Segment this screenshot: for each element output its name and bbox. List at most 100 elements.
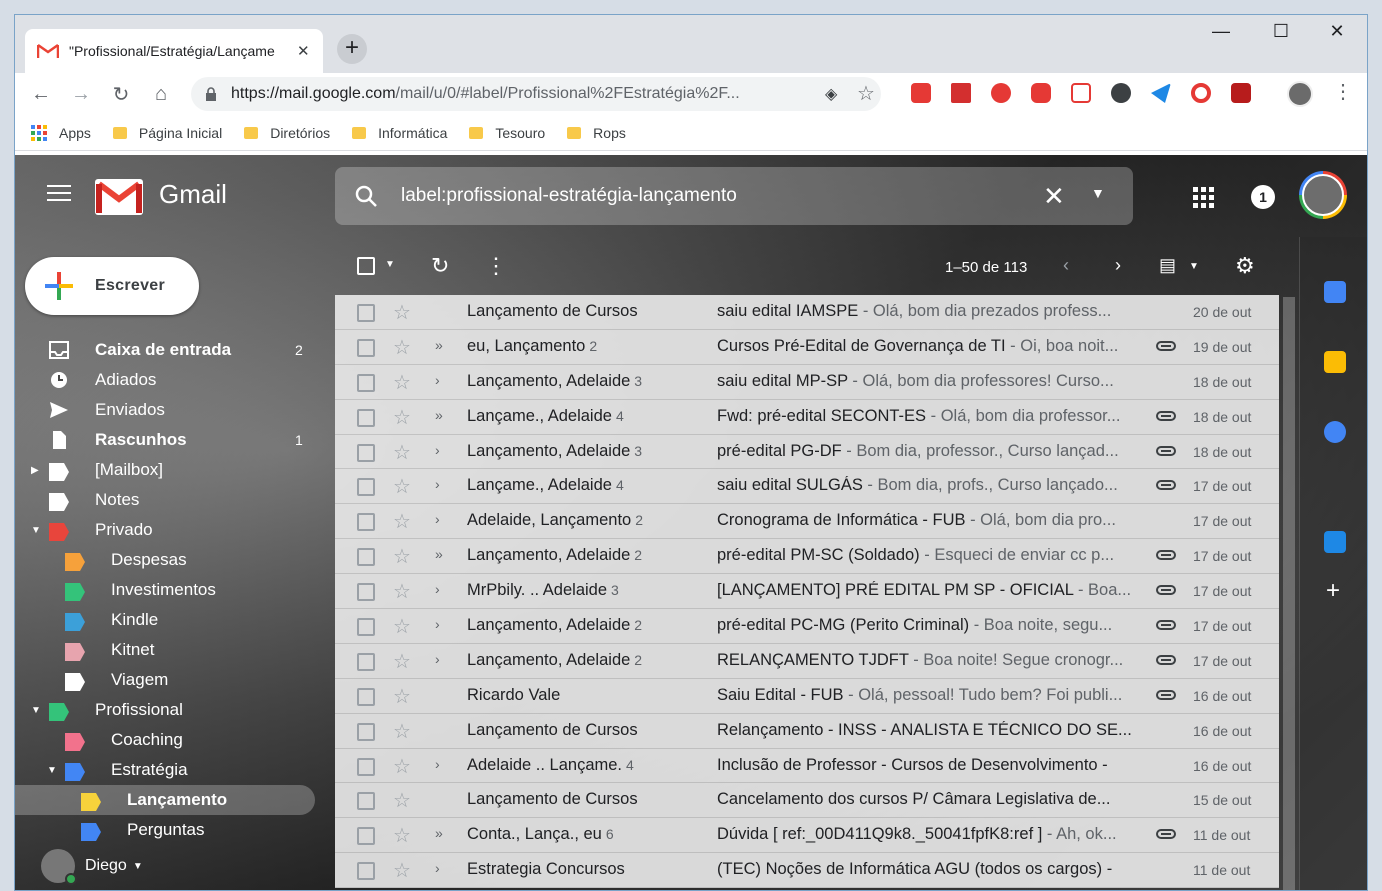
row-checkbox[interactable] [357,443,375,462]
prev-page-icon[interactable]: ‹ [1063,255,1069,276]
select-all-checkbox[interactable] [357,257,375,275]
table-row[interactable]: ☆ › Adelaide .. Lançame. 4 Inclusão de Pr… [335,749,1279,784]
extension-2-icon[interactable] [951,83,971,103]
star-icon[interactable]: ☆ [393,719,411,744]
collapse-arrow-icon[interactable]: ▼ [31,525,41,536]
attachment-icon[interactable] [1155,547,1177,563]
star-icon[interactable]: ☆ [393,335,411,360]
search-bar[interactable]: label:profissional-estratégia-lançamento… [335,167,1133,225]
account-avatar[interactable] [1299,171,1347,219]
sidebar-item-perguntas[interactable]: Perguntas [15,815,335,845]
sidebar-item-lancamento[interactable]: Lançamento [15,785,315,815]
table-row[interactable]: ☆ Lançamento de Cursos Cancelamento dos … [335,783,1279,819]
sidebar-item-notes[interactable]: Notes [15,485,335,515]
trello-icon[interactable] [1324,531,1346,553]
row-checkbox[interactable] [357,722,375,741]
star-icon[interactable]: ☆ [393,474,411,499]
sidebar-item-snoozed[interactable]: Adiados [15,365,335,395]
row-checkbox[interactable] [357,862,375,881]
next-page-icon[interactable]: › [1115,255,1121,276]
star-icon[interactable]: ☆ [393,440,411,465]
refresh-icon[interactable]: ↻ [431,253,449,279]
table-row[interactable]: ☆ Ricardo Vale Saiu Edital - FUB - Olá, … [335,679,1279,714]
star-icon[interactable]: ☆ [393,684,411,709]
collapse-arrow-icon[interactable]: ▼ [31,705,41,716]
extension-play-icon[interactable] [991,83,1011,103]
table-row[interactable]: ☆ Lançamento de Cursos Relançamento - IN… [335,714,1279,749]
row-checkbox[interactable] [357,583,375,602]
row-checkbox[interactable] [357,618,375,637]
sidebar-item-viagem[interactable]: Viagem [15,665,335,695]
row-checkbox[interactable] [357,513,375,532]
sidebar-item-despesas[interactable]: Despesas [15,545,335,575]
attachment-icon[interactable] [1155,617,1177,633]
table-row[interactable]: ☆ › Estrategia Concursos (TEC) Noções de… [335,853,1279,889]
sidebar-item-drafts[interactable]: Rascunhos 1 [15,425,335,455]
star-icon[interactable]: ☆ [393,858,411,883]
notification-badge[interactable]: 1 [1251,185,1275,209]
sidebar-item-estrategia[interactable]: ▼ Estratégia [15,755,335,785]
address-bar[interactable]: https://mail.google.com/mail/u/0/#label/… [191,77,881,111]
row-checkbox[interactable] [357,478,375,497]
sidebar-item-inbox[interactable]: Caixa de entrada 2 [15,335,335,365]
browser-menu-icon[interactable]: ⋮ [1333,79,1353,104]
more-options-icon[interactable]: ⋮ [485,253,507,279]
row-checkbox[interactable] [357,408,375,427]
collapse-arrow-icon[interactable]: ▼ [47,765,57,776]
star-icon[interactable]: ☆ [393,649,411,674]
row-checkbox[interactable] [357,792,375,811]
table-row[interactable]: ☆ › Lançamento, Adelaide 2 RELANÇAMENTO T… [335,644,1279,679]
google-apps-icon[interactable] [1193,187,1214,208]
attachment-icon[interactable] [1155,582,1177,598]
forward-icon[interactable]: → [61,83,101,106]
extension-opera-icon[interactable] [1191,83,1211,103]
star-icon[interactable]: ☆ [393,405,411,430]
extension-send-icon[interactable] [1151,83,1171,103]
attachment-icon[interactable] [1155,826,1177,842]
table-row[interactable]: ☆ Lançamento de Cursos saiu edital IAMSP… [335,295,1279,330]
extension-dark-icon[interactable] [1111,83,1131,103]
star-icon[interactable]: ☆ [393,509,411,534]
sidebar-item-mailbox[interactable]: ▶ [Mailbox] [15,455,335,485]
home-icon[interactable]: ⌂ [141,83,181,106]
bookmark-apps[interactable]: Apps [31,124,91,141]
row-checkbox[interactable] [357,548,375,567]
attachment-icon[interactable] [1155,338,1177,354]
hangouts-user[interactable]: Diego ▼ [41,849,143,885]
sidebar-item-sent[interactable]: Enviados [15,395,335,425]
attachment-icon[interactable] [1155,408,1177,424]
table-row[interactable]: ☆ » Lançame., Adelaide 4 Fwd: pré-edital … [335,400,1279,435]
table-row[interactable]: ☆ » eu, Lançamento 2 Cursos Pré-Edital de… [335,330,1279,365]
bookmark-star-icon[interactable]: ☆ [857,81,875,106]
user-dropdown-icon[interactable]: ▼ [133,861,143,872]
sidebar-item-privado[interactable]: ▼ Privado [15,515,335,545]
tab-close-icon[interactable]: ✕ [297,42,310,60]
sidebar-item-profissional[interactable]: ▼ Profissional [15,695,335,725]
bookmark-tesouro[interactable]: Tesouro [469,125,545,141]
reload-icon[interactable]: ↻ [101,82,141,107]
new-tab-button[interactable]: + [337,34,367,64]
compose-button[interactable]: Escrever [25,257,199,315]
expand-arrow-icon[interactable]: ▶ [31,465,39,476]
main-menu-icon[interactable] [47,185,71,203]
settings-gear-icon[interactable]: ⚙ [1235,253,1255,279]
table-row[interactable]: ☆ › Adelaide, Lançamento 2 Cronograma de … [335,504,1279,540]
star-icon[interactable]: ☆ [393,579,411,604]
table-row[interactable]: ☆ › MrPbily. .. Adelaide 3 [LANÇAMENTO] P… [335,574,1279,610]
close-window-button[interactable]: ✕ [1317,21,1357,42]
select-dropdown-icon[interactable]: ▼ [385,259,395,270]
calendar-icon[interactable] [1324,281,1346,303]
row-checkbox[interactable] [357,373,375,392]
list-scrollbar[interactable] [1283,297,1295,890]
tasks-icon[interactable] [1324,421,1346,443]
star-icon[interactable]: ☆ [393,788,411,813]
bookmark-diretorios[interactable]: Diretórios [244,125,330,141]
extension-eye-icon[interactable]: ◈ [825,84,837,104]
attachment-icon[interactable] [1155,443,1177,459]
back-icon[interactable]: ← [21,83,61,106]
extension-youtube-icon[interactable] [1031,83,1051,103]
clear-search-icon[interactable]: ✕ [1043,181,1065,212]
table-row[interactable]: ☆ › Lançamento, Adelaide 2 pré-edital PC-… [335,609,1279,644]
table-row[interactable]: ☆ › Lançame., Adelaide 4 saiu edital SULG… [335,469,1279,505]
attachment-icon[interactable] [1155,477,1177,493]
